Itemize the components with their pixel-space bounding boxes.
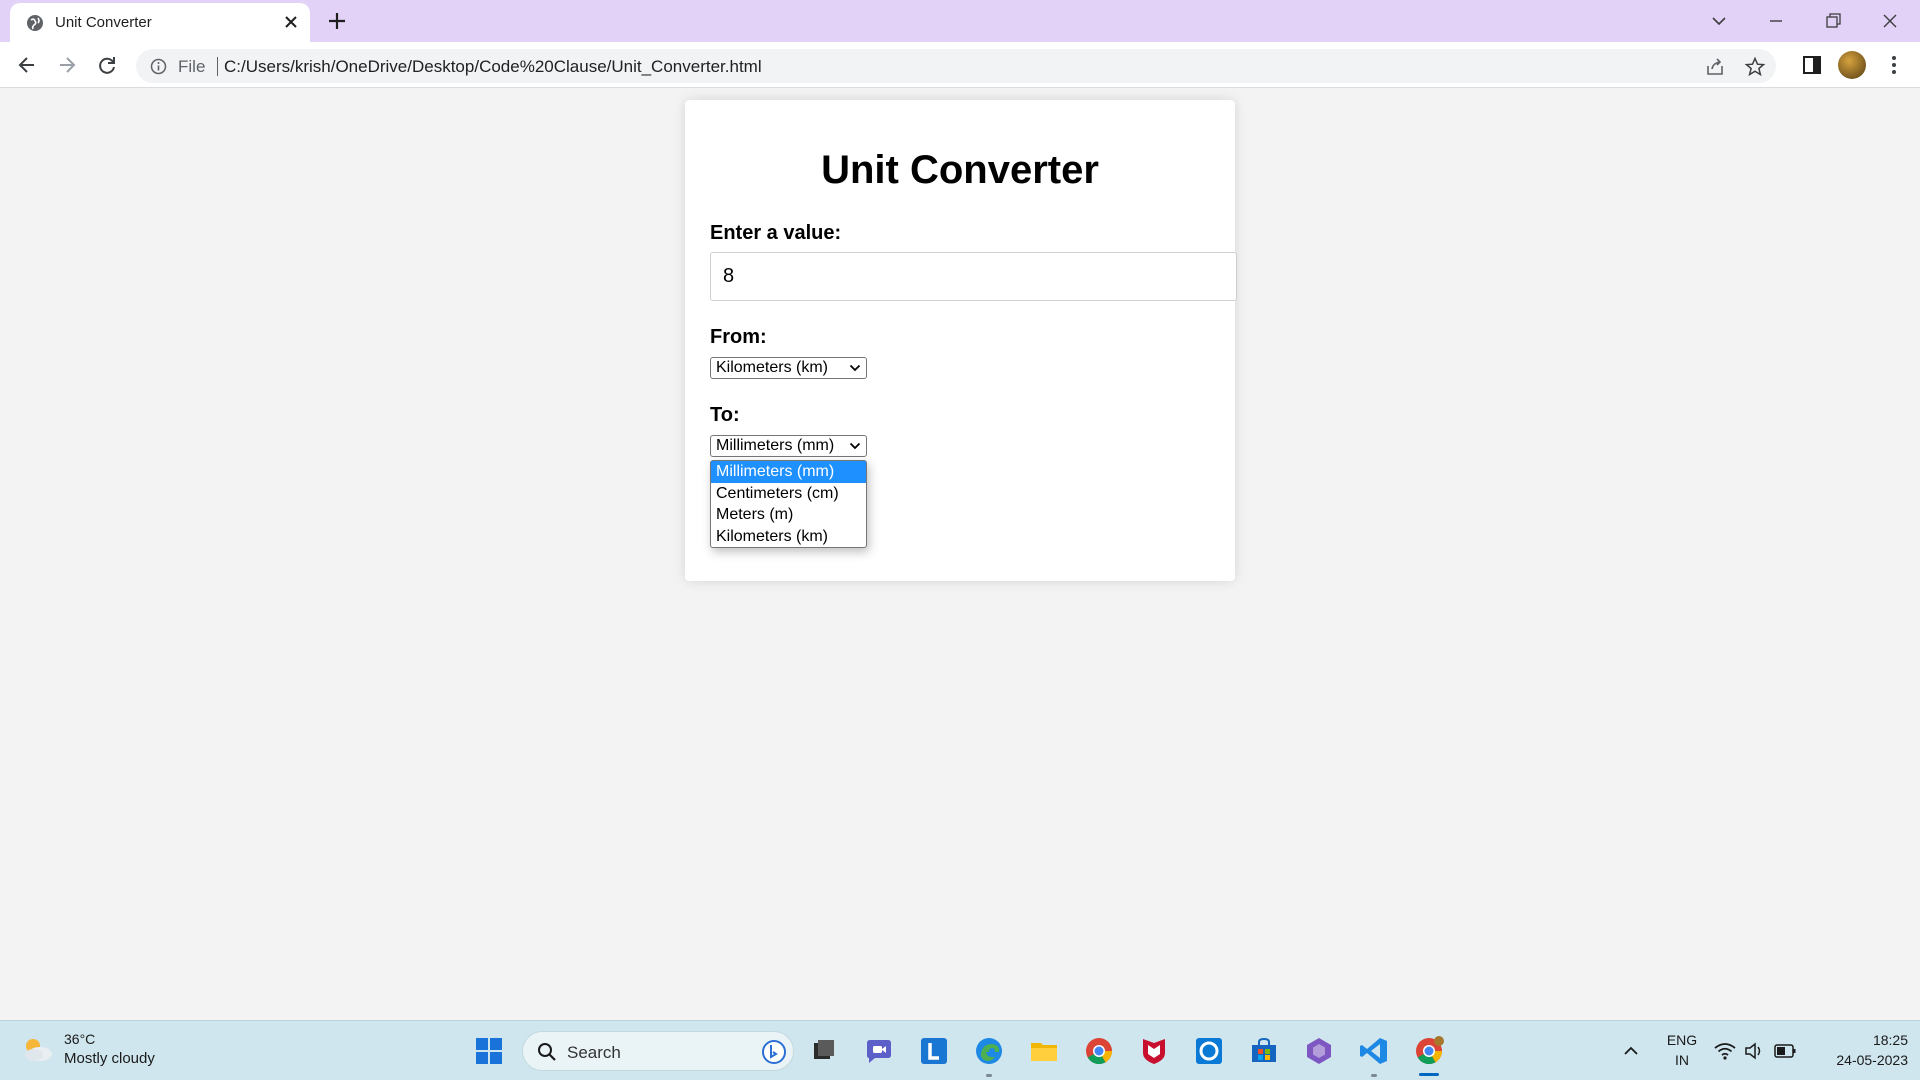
- clock-time[interactable]: 18:25: [1808, 1032, 1908, 1048]
- value-label: Enter a value:: [710, 222, 842, 244]
- cloudy-weather-icon[interactable]: [20, 1035, 54, 1065]
- address-bar[interactable]: File C:/Users/krish/OneDrive/Desktop/Cod…: [136, 49, 1776, 83]
- minimize-icon[interactable]: [1761, 6, 1791, 36]
- search-icon: [538, 1043, 556, 1061]
- edge-running-indicator: [986, 1074, 992, 1077]
- share-icon[interactable]: [1704, 56, 1726, 78]
- close-window-icon[interactable]: [1875, 6, 1905, 36]
- page-title: Unit Converter: [821, 148, 1099, 192]
- new-tab-icon[interactable]: [325, 9, 349, 33]
- volume-icon[interactable]: [1743, 1035, 1765, 1067]
- chrome-profile-icon[interactable]: [1413, 1035, 1445, 1067]
- microsoft-store-icon[interactable]: [1248, 1035, 1280, 1067]
- dropdown-option-meters[interactable]: Meters (m): [711, 504, 866, 526]
- tab-search-icon[interactable]: [1704, 6, 1734, 36]
- to-label: To:: [710, 404, 740, 426]
- windows-start-icon[interactable]: [473, 1035, 505, 1067]
- copilot-app-icon[interactable]: [1303, 1035, 1335, 1067]
- edge-browser-icon[interactable]: [973, 1035, 1005, 1067]
- converter-card: Unit Converter Enter a value: From: Kilo…: [685, 100, 1237, 581]
- file-explorer-icon[interactable]: [1028, 1035, 1060, 1067]
- vscode-icon[interactable]: [1358, 1035, 1390, 1067]
- l-app-icon[interactable]: [918, 1035, 950, 1067]
- mcafee-icon[interactable]: [1138, 1035, 1170, 1067]
- value-input[interactable]: [710, 252, 1237, 301]
- restore-icon[interactable]: [1818, 6, 1848, 36]
- to-unit-select[interactable]: Millimeters (mm): [710, 435, 867, 457]
- url-text[interactable]: C:/Users/krish/OneDrive/Desktop/Code%20C…: [224, 57, 762, 77]
- browser-tab[interactable]: Unit Converter: [10, 3, 310, 42]
- language-indicator[interactable]: ENG: [1664, 1032, 1700, 1048]
- weather-temperature: 36°C: [64, 1031, 96, 1047]
- region-indicator: IN: [1675, 1052, 1689, 1068]
- dropdown-option-centimeters[interactable]: Centimeters (cm): [711, 483, 866, 505]
- globe-icon: [27, 15, 43, 31]
- vscode-running-indicator: [1371, 1074, 1377, 1077]
- tab-title: Unit Converter: [55, 14, 152, 31]
- bookmark-star-icon[interactable]: [1744, 56, 1766, 78]
- chevron-up-icon[interactable]: [1618, 1035, 1644, 1067]
- cortana-icon[interactable]: [1193, 1035, 1225, 1067]
- address-separator: [217, 57, 218, 76]
- to-selected-value: Millimeters (mm): [716, 437, 835, 454]
- from-unit-select[interactable]: Kilometers (km): [710, 357, 867, 379]
- profile-avatar[interactable]: [1838, 51, 1866, 79]
- battery-icon[interactable]: [1773, 1035, 1797, 1067]
- weather-description: Mostly cloudy: [64, 1050, 155, 1067]
- to-unit-dropdown: Millimeters (mm) Centimeters (cm) Meters…: [710, 460, 867, 548]
- search-placeholder: Search: [567, 1043, 621, 1062]
- chrome-active-indicator: [1419, 1073, 1439, 1076]
- task-view-icon[interactable]: [808, 1035, 840, 1067]
- close-tab-icon[interactable]: [280, 11, 302, 33]
- windows-taskbar: 36°C Mostly cloudy Search ENG IN 18:25 2…: [0, 1020, 1920, 1080]
- dropdown-option-millimeters[interactable]: Millimeters (mm): [711, 461, 866, 483]
- teams-chat-icon[interactable]: [863, 1035, 895, 1067]
- wifi-icon[interactable]: [1713, 1035, 1737, 1067]
- forward-icon[interactable]: [52, 50, 82, 80]
- taskbar-search-box[interactable]: Search: [522, 1031, 794, 1071]
- file-scheme-label: File: [178, 57, 206, 76]
- from-label: From:: [710, 326, 767, 348]
- reload-icon[interactable]: [92, 50, 122, 80]
- info-icon[interactable]: [150, 58, 167, 75]
- chrome-icon[interactable]: [1083, 1035, 1115, 1067]
- bing-chat-icon[interactable]: [761, 1039, 787, 1065]
- from-selected-value: Kilometers (km): [716, 359, 829, 376]
- browser-toolbar: File C:/Users/krish/OneDrive/Desktop/Cod…: [0, 42, 1920, 88]
- chevron-down-icon: [849, 364, 861, 372]
- clock-date: 24-05-2023: [1836, 1052, 1908, 1068]
- back-icon[interactable]: [12, 50, 42, 80]
- side-panel-icon[interactable]: [1800, 53, 1824, 77]
- browser-tab-strip: Unit Converter: [0, 0, 1920, 42]
- chevron-down-icon: [849, 442, 861, 450]
- dropdown-option-kilometers[interactable]: Kilometers (km): [711, 526, 866, 548]
- menu-kebab-icon[interactable]: [1882, 53, 1906, 77]
